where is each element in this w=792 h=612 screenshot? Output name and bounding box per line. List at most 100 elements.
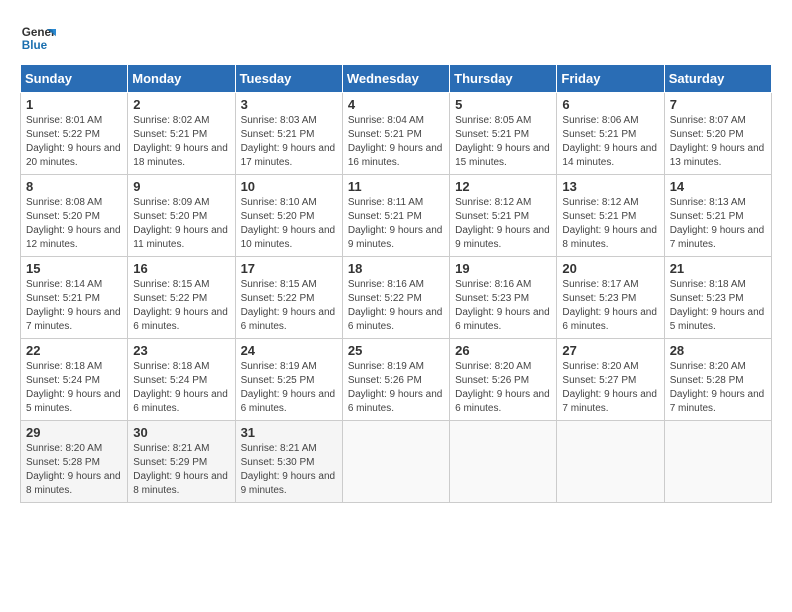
page-header: General Blue: [20, 20, 772, 56]
calendar-cell: 29 Sunrise: 8:20 AM Sunset: 5:28 PM Dayli…: [21, 421, 128, 503]
column-header-monday: Monday: [128, 65, 235, 93]
day-info: Sunrise: 8:16 AM Sunset: 5:22 PM Dayligh…: [348, 278, 444, 334]
calendar-week-row: 8 Sunrise: 8:08 AM Sunset: 5:20 PM Daylig…: [21, 175, 772, 257]
day-number: 31: [241, 425, 337, 440]
day-info: Sunrise: 8:04 AM Sunset: 5:21 PM Dayligh…: [348, 114, 444, 170]
calendar-cell: 24 Sunrise: 8:19 AM Sunset: 5:25 PM Dayli…: [235, 339, 342, 421]
column-header-thursday: Thursday: [450, 65, 557, 93]
day-info: Sunrise: 8:16 AM Sunset: 5:23 PM Dayligh…: [455, 278, 551, 334]
day-number: 19: [455, 261, 551, 276]
calendar-week-row: 1Sunrise: 8:01 AM Sunset: 5:22 PM Daylig…: [21, 93, 772, 175]
calendar-table: SundayMondayTuesdayWednesdayThursdayFrid…: [20, 64, 772, 503]
day-number: 7: [670, 97, 766, 112]
day-number: 18: [348, 261, 444, 276]
column-header-wednesday: Wednesday: [342, 65, 449, 93]
calendar-cell: 7 Sunrise: 8:07 AM Sunset: 5:20 PM Daylig…: [664, 93, 771, 175]
day-info: Sunrise: 8:18 AM Sunset: 5:24 PM Dayligh…: [133, 360, 229, 416]
day-info: Sunrise: 8:20 AM Sunset: 5:26 PM Dayligh…: [455, 360, 551, 416]
day-info: Sunrise: 8:06 AM Sunset: 5:21 PM Dayligh…: [562, 114, 658, 170]
day-info: Sunrise: 8:03 AM Sunset: 5:21 PM Dayligh…: [241, 114, 337, 170]
calendar-cell: 9 Sunrise: 8:09 AM Sunset: 5:20 PM Daylig…: [128, 175, 235, 257]
day-info: Sunrise: 8:11 AM Sunset: 5:21 PM Dayligh…: [348, 196, 444, 252]
day-info: Sunrise: 8:13 AM Sunset: 5:21 PM Dayligh…: [670, 196, 766, 252]
day-number: 11: [348, 179, 444, 194]
svg-text:General: General: [22, 26, 56, 39]
day-number: 29: [26, 425, 122, 440]
day-info: Sunrise: 8:01 AM Sunset: 5:22 PM Dayligh…: [26, 114, 122, 170]
calendar-cell: 6Sunrise: 8:06 AM Sunset: 5:21 PM Daylig…: [557, 93, 664, 175]
svg-text:Blue: Blue: [22, 39, 48, 52]
day-number: 14: [670, 179, 766, 194]
calendar-cell: 19 Sunrise: 8:16 AM Sunset: 5:23 PM Dayli…: [450, 257, 557, 339]
calendar-cell: 22 Sunrise: 8:18 AM Sunset: 5:24 PM Dayli…: [21, 339, 128, 421]
day-number: 23: [133, 343, 229, 358]
calendar-cell: 12Sunrise: 8:12 AM Sunset: 5:21 PM Dayli…: [450, 175, 557, 257]
day-number: 16: [133, 261, 229, 276]
day-number: 10: [241, 179, 337, 194]
column-header-friday: Friday: [557, 65, 664, 93]
day-number: 3: [241, 97, 337, 112]
day-info: Sunrise: 8:08 AM Sunset: 5:20 PM Dayligh…: [26, 196, 122, 252]
logo-icon: General Blue: [20, 20, 56, 56]
calendar-cell: 1Sunrise: 8:01 AM Sunset: 5:22 PM Daylig…: [21, 93, 128, 175]
day-info: Sunrise: 8:19 AM Sunset: 5:26 PM Dayligh…: [348, 360, 444, 416]
calendar-cell: 13 Sunrise: 8:12 AM Sunset: 5:21 PM Dayli…: [557, 175, 664, 257]
calendar-cell: 3 Sunrise: 8:03 AM Sunset: 5:21 PM Daylig…: [235, 93, 342, 175]
day-info: Sunrise: 8:18 AM Sunset: 5:23 PM Dayligh…: [670, 278, 766, 334]
day-number: 22: [26, 343, 122, 358]
day-info: Sunrise: 8:18 AM Sunset: 5:24 PM Dayligh…: [26, 360, 122, 416]
calendar-cell: [664, 421, 771, 503]
day-info: Sunrise: 8:14 AM Sunset: 5:21 PM Dayligh…: [26, 278, 122, 334]
day-info: Sunrise: 8:21 AM Sunset: 5:30 PM Dayligh…: [241, 442, 337, 498]
calendar-cell: 27Sunrise: 8:20 AM Sunset: 5:27 PM Dayli…: [557, 339, 664, 421]
day-number: 24: [241, 343, 337, 358]
calendar-cell: [342, 421, 449, 503]
day-info: Sunrise: 8:02 AM Sunset: 5:21 PM Dayligh…: [133, 114, 229, 170]
day-info: Sunrise: 8:20 AM Sunset: 5:28 PM Dayligh…: [670, 360, 766, 416]
day-number: 8: [26, 179, 122, 194]
day-number: 17: [241, 261, 337, 276]
day-number: 9: [133, 179, 229, 194]
calendar-week-row: 29 Sunrise: 8:20 AM Sunset: 5:28 PM Dayli…: [21, 421, 772, 503]
day-info: Sunrise: 8:21 AM Sunset: 5:29 PM Dayligh…: [133, 442, 229, 498]
calendar-cell: 4 Sunrise: 8:04 AM Sunset: 5:21 PM Daylig…: [342, 93, 449, 175]
day-info: Sunrise: 8:12 AM Sunset: 5:21 PM Dayligh…: [562, 196, 658, 252]
calendar-cell: 28Sunrise: 8:20 AM Sunset: 5:28 PM Dayli…: [664, 339, 771, 421]
day-number: 5: [455, 97, 551, 112]
day-number: 27: [562, 343, 658, 358]
calendar-cell: 26Sunrise: 8:20 AM Sunset: 5:26 PM Dayli…: [450, 339, 557, 421]
calendar-cell: 20 Sunrise: 8:17 AM Sunset: 5:23 PM Dayli…: [557, 257, 664, 339]
calendar-week-row: 22 Sunrise: 8:18 AM Sunset: 5:24 PM Dayli…: [21, 339, 772, 421]
day-number: 2: [133, 97, 229, 112]
calendar-cell: 30 Sunrise: 8:21 AM Sunset: 5:29 PM Dayli…: [128, 421, 235, 503]
day-number: 13: [562, 179, 658, 194]
day-info: Sunrise: 8:17 AM Sunset: 5:23 PM Dayligh…: [562, 278, 658, 334]
calendar-cell: [450, 421, 557, 503]
calendar-cell: 14 Sunrise: 8:13 AM Sunset: 5:21 PM Dayli…: [664, 175, 771, 257]
column-header-tuesday: Tuesday: [235, 65, 342, 93]
calendar-cell: 17Sunrise: 8:15 AM Sunset: 5:22 PM Dayli…: [235, 257, 342, 339]
day-number: 20: [562, 261, 658, 276]
calendar-cell: 11 Sunrise: 8:11 AM Sunset: 5:21 PM Dayli…: [342, 175, 449, 257]
day-info: Sunrise: 8:07 AM Sunset: 5:20 PM Dayligh…: [670, 114, 766, 170]
calendar-cell: 16 Sunrise: 8:15 AM Sunset: 5:22 PM Dayli…: [128, 257, 235, 339]
day-info: Sunrise: 8:20 AM Sunset: 5:28 PM Dayligh…: [26, 442, 122, 498]
calendar-cell: 15 Sunrise: 8:14 AM Sunset: 5:21 PM Dayli…: [21, 257, 128, 339]
calendar-cell: [557, 421, 664, 503]
day-info: Sunrise: 8:12 AM Sunset: 5:21 PM Dayligh…: [455, 196, 551, 252]
day-number: 15: [26, 261, 122, 276]
day-info: Sunrise: 8:15 AM Sunset: 5:22 PM Dayligh…: [133, 278, 229, 334]
calendar-cell: 21 Sunrise: 8:18 AM Sunset: 5:23 PM Dayli…: [664, 257, 771, 339]
day-info: Sunrise: 8:05 AM Sunset: 5:21 PM Dayligh…: [455, 114, 551, 170]
day-info: Sunrise: 8:19 AM Sunset: 5:25 PM Dayligh…: [241, 360, 337, 416]
column-header-saturday: Saturday: [664, 65, 771, 93]
calendar-cell: 2 Sunrise: 8:02 AM Sunset: 5:21 PM Daylig…: [128, 93, 235, 175]
day-number: 30: [133, 425, 229, 440]
calendar-cell: 18 Sunrise: 8:16 AM Sunset: 5:22 PM Dayli…: [342, 257, 449, 339]
logo: General Blue: [20, 20, 60, 56]
calendar-cell: 10Sunrise: 8:10 AM Sunset: 5:20 PM Dayli…: [235, 175, 342, 257]
day-number: 4: [348, 97, 444, 112]
calendar-cell: 8 Sunrise: 8:08 AM Sunset: 5:20 PM Daylig…: [21, 175, 128, 257]
day-info: Sunrise: 8:09 AM Sunset: 5:20 PM Dayligh…: [133, 196, 229, 252]
day-number: 21: [670, 261, 766, 276]
